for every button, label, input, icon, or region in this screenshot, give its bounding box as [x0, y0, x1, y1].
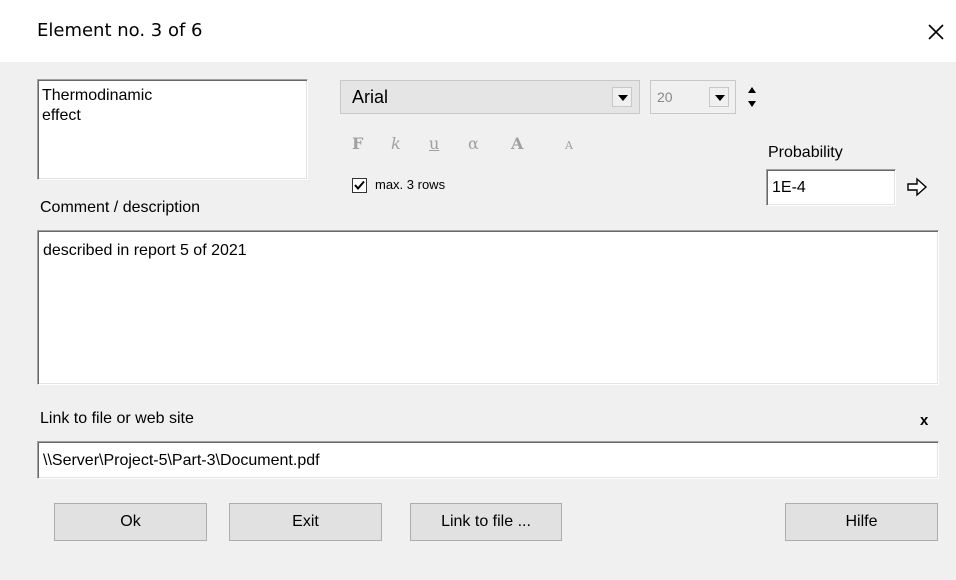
comment-value: described in report 5 of 2021: [43, 242, 247, 259]
ok-button[interactable]: Ok: [54, 503, 207, 541]
comment-label: Comment / description: [40, 199, 201, 216]
max-rows-label: max. 3 rows: [375, 177, 446, 192]
probability-label: Probability: [768, 144, 843, 161]
exit-button[interactable]: Exit: [229, 503, 382, 541]
close-icon[interactable]: [922, 18, 950, 46]
font-family-dropdown-icon[interactable]: [612, 87, 632, 107]
title-bar: Element no. 3 of 6: [0, 0, 956, 62]
comment-textarea[interactable]: described in report 5 of 2021: [37, 230, 939, 385]
font-family-value: Arial: [352, 87, 389, 107]
element-name-field[interactable]: Thermodinamic effect: [37, 79, 308, 180]
large-text-format-button[interactable]: A: [511, 134, 523, 153]
link-to-file-button[interactable]: Link to file ...: [410, 503, 562, 541]
window-title: Element no. 3 of 6: [37, 20, 203, 41]
element-name-line-1: Thermodinamic: [42, 87, 153, 104]
clear-link-button[interactable]: x: [920, 412, 928, 429]
font-size-dropdown-icon[interactable]: [709, 87, 729, 107]
element-name-line-2: effect: [42, 107, 81, 124]
bold-format-button[interactable]: F: [352, 134, 363, 153]
font-size-select[interactable]: 20: [650, 80, 736, 114]
link-label: Link to file or web site: [40, 410, 194, 427]
help-button[interactable]: Hilfe: [785, 503, 938, 541]
link-value: \\Server\Project-5\Part-3\Document.pdf: [43, 452, 320, 469]
link-field[interactable]: \\Server\Project-5\Part-3\Document.pdf: [37, 441, 939, 479]
font-size-value: 20: [657, 89, 673, 105]
probability-arrow-icon[interactable]: [906, 177, 928, 197]
max-rows-checkbox[interactable]: [352, 178, 367, 193]
font-size-spinner[interactable]: [745, 82, 759, 112]
element-dialog: Element no. 3 of 6 Thermodinamic effect …: [0, 0, 956, 580]
font-family-select[interactable]: Arial: [340, 80, 640, 114]
italic-format-button[interactable]: k: [391, 134, 401, 153]
probability-value: 1E-4: [772, 179, 806, 196]
symbol-format-button[interactable]: α: [468, 134, 479, 153]
underline-format-button[interactable]: u: [429, 134, 439, 153]
probability-field[interactable]: 1E-4: [766, 169, 896, 206]
small-text-format-button[interactable]: A: [565, 139, 573, 152]
